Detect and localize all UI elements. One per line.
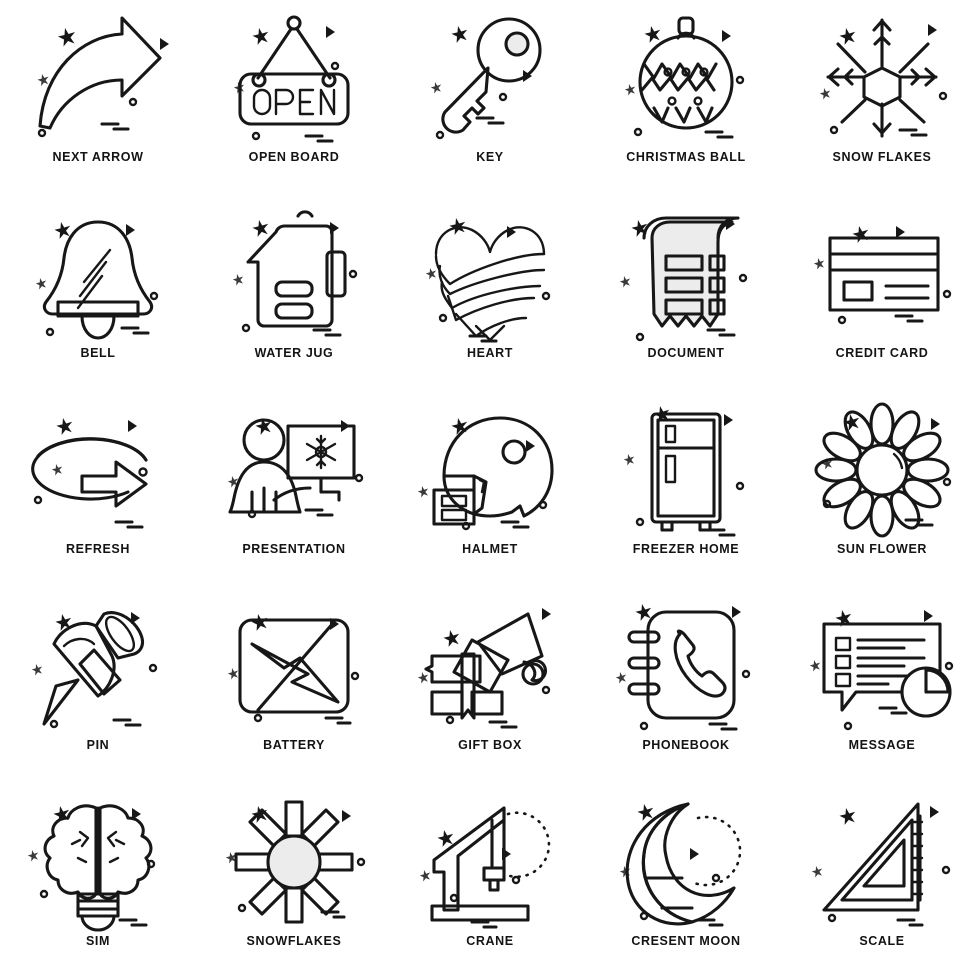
christmas-ball-icon xyxy=(606,8,766,148)
icon-grid: NEXT ARROW OPEN BOARD KEY CHRISTMAS BALL… xyxy=(0,0,980,980)
open-board-icon xyxy=(214,8,374,148)
freezer-home-icon xyxy=(606,400,766,540)
icon-label: NEXT ARROW xyxy=(52,150,144,164)
icon-cell-freezer-home[interactable]: FREEZER HOME xyxy=(588,392,784,588)
pin-icon xyxy=(18,596,178,736)
icon-label: SUN FLOWER xyxy=(836,542,928,556)
icon-cell-cresent-moon[interactable]: CRESENT MOON xyxy=(588,784,784,980)
sun-flower-icon xyxy=(802,400,962,540)
icon-cell-crane[interactable]: CRANE xyxy=(392,784,588,980)
icon-label: WATER JUG xyxy=(254,346,334,360)
icon-cell-sim[interactable]: SIM xyxy=(0,784,196,980)
icon-cell-halmet[interactable]: HALMET xyxy=(392,392,588,588)
icon-label: SNOW FLAKES xyxy=(832,150,932,164)
scale-icon xyxy=(802,792,962,932)
icon-cell-next-arrow[interactable]: NEXT ARROW xyxy=(0,0,196,196)
cresent-moon-icon xyxy=(606,792,766,932)
icon-cell-credit-card[interactable]: CREDIT CARD xyxy=(784,196,980,392)
icon-label: REFRESH xyxy=(66,542,130,556)
icon-cell-pin[interactable]: PIN xyxy=(0,588,196,784)
next-arrow-icon xyxy=(18,8,178,148)
icon-cell-battery[interactable]: BATTERY xyxy=(196,588,392,784)
icon-label: GIFT BOX xyxy=(458,738,522,752)
icon-label: DOCUMENT xyxy=(647,346,725,360)
icon-cell-refresh[interactable]: REFRESH xyxy=(0,392,196,588)
icon-cell-snowflakes[interactable]: SNOWFLAKES xyxy=(196,784,392,980)
icon-label: CREDIT CARD xyxy=(835,346,929,360)
message-icon xyxy=(802,596,962,736)
halmet-icon xyxy=(410,400,570,540)
icon-cell-message[interactable]: MESSAGE xyxy=(784,588,980,784)
refresh-icon xyxy=(18,400,178,540)
icon-cell-heart[interactable]: HEART xyxy=(392,196,588,392)
icon-cell-phonebook[interactable]: PHONEBOOK xyxy=(588,588,784,784)
icon-label: CRANE xyxy=(466,934,514,948)
icon-label: FREEZER HOME xyxy=(632,542,740,556)
icon-cell-gift-box[interactable]: GIFT BOX xyxy=(392,588,588,784)
icon-cell-presentation[interactable]: PRESENTATION xyxy=(196,392,392,588)
bell-icon xyxy=(18,204,178,344)
sim-icon xyxy=(18,792,178,932)
icon-label: CHRISTMAS BALL xyxy=(626,150,746,164)
icon-label: KEY xyxy=(476,150,504,164)
battery-icon xyxy=(214,596,374,736)
icon-label: SNOWFLAKES xyxy=(246,934,342,948)
icon-label: CRESENT MOON xyxy=(631,934,741,948)
icon-cell-scale[interactable]: SCALE xyxy=(784,784,980,980)
presentation-icon xyxy=(214,400,374,540)
icon-label: HALMET xyxy=(462,542,518,556)
icon-label: PIN xyxy=(86,738,110,752)
icon-cell-sun-flower[interactable]: SUN FLOWER xyxy=(784,392,980,588)
crane-icon xyxy=(410,792,570,932)
icon-cell-water-jug[interactable]: WATER JUG xyxy=(196,196,392,392)
icon-label: BATTERY xyxy=(263,738,325,752)
icon-cell-document[interactable]: DOCUMENT xyxy=(588,196,784,392)
snow-flakes-icon xyxy=(802,8,962,148)
credit-card-icon xyxy=(802,204,962,344)
icon-cell-key[interactable]: KEY xyxy=(392,0,588,196)
icon-label: BELL xyxy=(80,346,116,360)
snowflakes-icon xyxy=(214,792,374,932)
key-icon xyxy=(410,8,570,148)
icon-label: MESSAGE xyxy=(848,738,916,752)
icon-cell-open-board[interactable]: OPEN BOARD xyxy=(196,0,392,196)
gift-box-icon xyxy=(410,596,570,736)
icon-cell-christmas-ball[interactable]: CHRISTMAS BALL xyxy=(588,0,784,196)
icon-label: PRESENTATION xyxy=(242,542,346,556)
icon-label: OPEN BOARD xyxy=(248,150,340,164)
phonebook-icon xyxy=(606,596,766,736)
icon-label: SCALE xyxy=(859,934,905,948)
icon-cell-bell[interactable]: BELL xyxy=(0,196,196,392)
icon-label: SIM xyxy=(85,934,111,948)
icon-cell-snow-flakes[interactable]: SNOW FLAKES xyxy=(784,0,980,196)
icon-label: PHONEBOOK xyxy=(642,738,730,752)
water-jug-icon xyxy=(214,204,374,344)
icon-label: HEART xyxy=(466,346,514,360)
heart-icon xyxy=(410,204,570,344)
document-icon xyxy=(606,204,766,344)
